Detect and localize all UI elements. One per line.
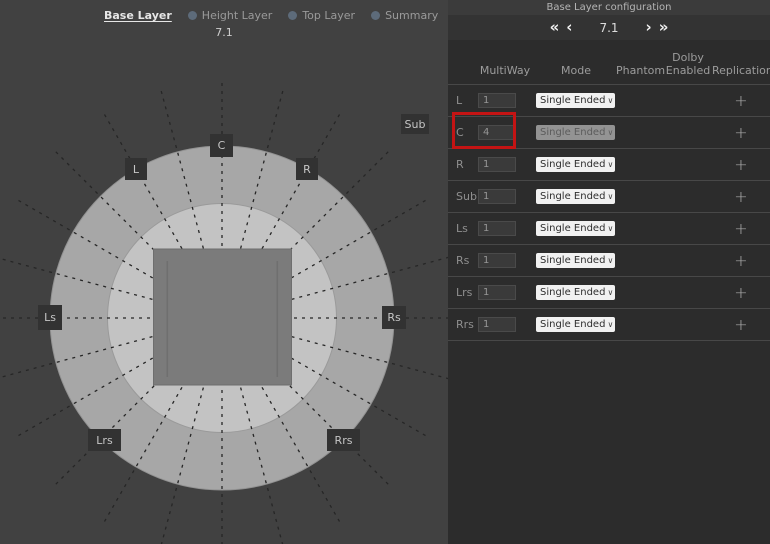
tab-top-layer[interactable]: Top Layer (288, 9, 355, 22)
radio-icon[interactable] (371, 11, 380, 20)
channel-table: L Single Ended∨ + C Single Ended∨ + R Si… (448, 84, 770, 341)
add-replication-button[interactable]: + (712, 283, 770, 302)
chevron-down-icon: ∨ (607, 224, 613, 233)
multiway-input[interactable] (478, 157, 516, 172)
multiway-input[interactable] (478, 125, 516, 140)
mode-value: Single Ended (540, 287, 605, 298)
mode-select[interactable]: Single Ended∨ (536, 157, 615, 172)
speaker-label-rs[interactable]: Rs (382, 306, 406, 329)
mode-select[interactable]: Single Ended∨ (536, 285, 615, 300)
mode-value: Single Ended (540, 127, 605, 138)
room-square (154, 249, 292, 385)
chevron-down-icon: ∨ (607, 160, 613, 169)
radio-icon[interactable] (188, 11, 197, 20)
speaker-label-lrs[interactable]: Lrs (88, 429, 121, 451)
current-config-value: 7.1 (599, 21, 618, 35)
mode-value: Single Ended (540, 255, 605, 266)
column-phantom: Phantom (616, 64, 664, 78)
column-replication: Replication (712, 64, 770, 78)
tab-summary[interactable]: Summary (371, 9, 438, 22)
speaker-label-sub[interactable]: Sub (401, 114, 429, 134)
multiway-input[interactable] (478, 317, 516, 332)
table-row-l: L Single Ended∨ + (448, 85, 770, 117)
mode-value: Single Ended (540, 223, 605, 234)
add-replication-button[interactable]: + (712, 219, 770, 238)
channel-label: Ls (448, 222, 474, 235)
mode-select[interactable]: Single Ended∨ (536, 189, 615, 204)
mode-value: Single Ended (540, 191, 605, 202)
table-row-sub: Sub Single Ended∨ + (448, 181, 770, 213)
multiway-input[interactable] (478, 253, 516, 268)
chevron-down-icon: ∨ (607, 288, 613, 297)
table-row-rrs: Rrs Single Ended∨ + (448, 309, 770, 341)
chevron-down-icon: ∨ (607, 256, 613, 265)
radio-icon[interactable] (288, 11, 297, 20)
mode-select-disabled: Single Ended∨ (536, 125, 615, 140)
multiway-input[interactable] (478, 285, 516, 300)
speaker-label-rrs[interactable]: Rrs (327, 429, 360, 451)
tab-height-layer[interactable]: Height Layer (188, 9, 273, 22)
panel-title: Base Layer configuration (448, 0, 770, 15)
channel-label: C (448, 126, 474, 139)
table-row-rs: Rs Single Ended∨ + (448, 245, 770, 277)
chevron-down-icon: ∨ (607, 96, 613, 105)
speaker-label-l[interactable]: L (125, 158, 147, 180)
table-row-lrs: Lrs Single Ended∨ + (448, 277, 770, 309)
multiway-input[interactable] (478, 93, 516, 108)
mode-select[interactable]: Single Ended∨ (536, 221, 615, 236)
chevron-down-icon: ∨ (607, 128, 613, 137)
table-row-r: R Single Ended∨ + (448, 149, 770, 181)
channel-label: Lrs (448, 286, 474, 299)
add-replication-button[interactable]: + (712, 187, 770, 206)
speaker-label-r[interactable]: R (296, 158, 318, 180)
speaker-configuration-window: Base Layer Height Layer Top Layer Summar… (0, 0, 770, 544)
multiway-input[interactable] (478, 189, 516, 204)
channel-label: Sub (448, 190, 474, 203)
room-square-detail-line (277, 261, 279, 377)
add-replication-button[interactable]: + (712, 251, 770, 270)
speaker-layout-diagram (0, 0, 448, 544)
chevron-down-icon: ∨ (607, 192, 613, 201)
chevron-down-icon: ∨ (607, 320, 613, 329)
room-square-detail-line (167, 261, 169, 377)
first-config-button[interactable]: « (550, 20, 560, 35)
tab-height-layer-label: Height Layer (202, 9, 273, 22)
add-replication-button[interactable]: + (712, 123, 770, 142)
table-row-ls: Ls Single Ended∨ + (448, 213, 770, 245)
mode-select[interactable]: Single Ended∨ (536, 253, 615, 268)
multiway-input[interactable] (478, 221, 516, 236)
next-config-button[interactable]: › (646, 20, 652, 35)
channel-label: L (448, 94, 474, 107)
add-replication-button[interactable]: + (712, 315, 770, 334)
add-replication-button[interactable]: + (712, 155, 770, 174)
column-dolby-enabled: Dolby Enabled (664, 51, 712, 79)
speaker-label-c[interactable]: C (210, 134, 233, 157)
mode-select[interactable]: Single Ended∨ (536, 93, 615, 108)
mode-select[interactable]: Single Ended∨ (536, 317, 615, 332)
table-row-c: C Single Ended∨ + (448, 117, 770, 149)
channel-label: Rs (448, 254, 474, 267)
layer-tabbar: Base Layer Height Layer Top Layer Summar… (104, 9, 438, 22)
last-config-button[interactable]: » (659, 20, 669, 35)
tab-base-layer[interactable]: Base Layer (104, 9, 172, 22)
tab-summary-label: Summary (385, 9, 438, 22)
channel-label: Rrs (448, 318, 474, 331)
column-multiway: MultiWay (474, 64, 536, 78)
mode-value: Single Ended (540, 159, 605, 170)
speaker-label-ls[interactable]: Ls (38, 305, 62, 330)
config-navigator: « ‹ 7.1 › » (448, 15, 770, 40)
add-replication-button[interactable]: + (712, 91, 770, 110)
channel-label: R (448, 158, 474, 171)
previous-config-button[interactable]: ‹ (566, 20, 572, 35)
tab-top-layer-label: Top Layer (302, 9, 355, 22)
table-header: MultiWay Mode Phantom Dolby Enabled Repl… (448, 40, 770, 84)
column-mode: Mode (536, 64, 616, 78)
mode-value: Single Ended (540, 319, 605, 330)
base-layer-configuration-panel: Base Layer configuration « ‹ 7.1 › » Mul… (448, 0, 770, 544)
layout-value-label: 7.1 (0, 26, 448, 39)
mode-value: Single Ended (540, 95, 605, 106)
